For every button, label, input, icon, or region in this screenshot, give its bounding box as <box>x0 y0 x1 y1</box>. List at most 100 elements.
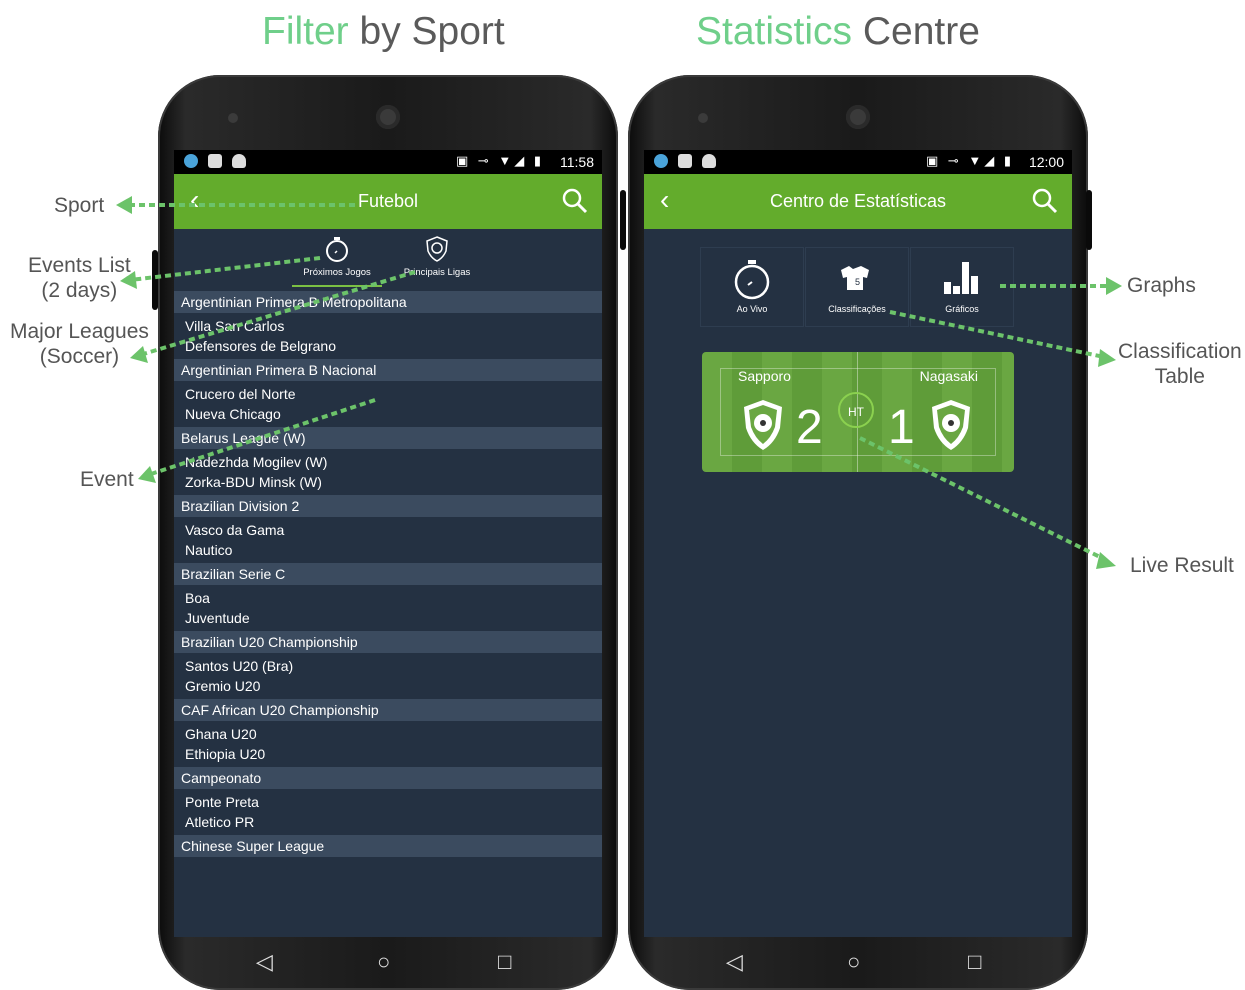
home-team: Vasco da Gama <box>185 522 285 538</box>
annotation-live-result: Live Result <box>1130 554 1234 577</box>
active-tab-indicator <box>292 285 382 287</box>
away-team: Juventude <box>185 610 250 626</box>
tab-proximos-jogos[interactable]: Próximos Jogos <box>292 235 382 278</box>
tab-principais-ligas[interactable]: Principais Ligas <box>392 235 482 278</box>
live-result-card[interactable]: Sapporo Nagasaki 2 HT 1 <box>702 352 1014 472</box>
home-crest-icon <box>744 400 782 450</box>
home-circle-icon[interactable]: ○ <box>847 949 860 975</box>
arrowhead <box>116 196 132 214</box>
away-team: Defensores de Belgrano <box>185 338 336 354</box>
power-button <box>620 190 626 250</box>
league-header[interactable]: Chinese Super League <box>174 835 602 857</box>
search-icon[interactable] <box>1032 188 1058 214</box>
arrowhead <box>1106 277 1122 295</box>
away-team-name: Nagasaki <box>919 368 978 384</box>
menu-label: Gráficos <box>945 304 979 314</box>
annotation-line: (Soccer) <box>39 345 120 368</box>
league-header[interactable]: Brazilian Division 2 <box>174 495 602 517</box>
stopwatch-icon <box>734 260 770 300</box>
photo-icon <box>208 154 222 168</box>
home-team: Santos U20 (Bra) <box>185 658 294 674</box>
status-bar: ▣ ⊸ ▼◢ ▮ 11:58 <box>174 150 602 174</box>
league-header[interactable]: Belarus League (W) <box>174 427 602 449</box>
tab-label: Principais Ligas <box>403 267 471 278</box>
events-list: Argentinian Primera B Metropolitana Villa… <box>174 291 602 857</box>
screen-right: ▣ ⊸ ▼◢ ▮ 12:00 ‹ Centro de Estatísticas … <box>644 150 1072 937</box>
back-triangle-icon[interactable]: ◁ <box>256 949 273 975</box>
app-bar: ‹ Futebol <box>174 174 602 229</box>
menu-ao-vivo[interactable]: Ao Vivo <box>700 247 804 327</box>
event-group: Argentinian Primera B Nacional Crucero de… <box>174 359 602 427</box>
recents-square-icon[interactable]: □ <box>498 949 511 975</box>
heading-highlight: Statistics <box>696 10 853 53</box>
league-header[interactable]: CAF African U20 Championship <box>174 699 602 721</box>
sport-title[interactable]: Futebol <box>174 191 602 212</box>
league-header[interactable]: Brazilian Serie C <box>174 563 602 585</box>
event-row[interactable]: Villa San Carlos Defensores de Belgrano <box>174 313 602 359</box>
event-row[interactable]: Santos U20 (Bra) Gremio U20 <box>174 653 602 699</box>
event-group: Brazilian U20 Championship Santos U20 (Br… <box>174 631 602 699</box>
home-team-name: Sapporo <box>738 368 791 384</box>
status-bar: ▣ ⊸ ▼◢ ▮ 12:00 <box>644 150 1072 174</box>
recents-square-icon[interactable]: □ <box>968 949 981 975</box>
volume-button <box>152 250 158 310</box>
app-bar: ‹ Centro de Estatísticas <box>644 174 1072 229</box>
front-camera <box>846 105 870 129</box>
away-team: Zorka-BDU Minsk (W) <box>185 474 322 490</box>
heading-highlight: Filter <box>262 10 349 53</box>
away-team: Nautico <box>185 542 233 558</box>
screen-left: ▣ ⊸ ▼◢ ▮ 11:58 ‹ Futebol Próximos Jogos … <box>174 150 602 937</box>
league-header[interactable]: Argentinian Primera B Metropolitana <box>174 291 602 313</box>
away-team: Gremio U20 <box>185 678 261 694</box>
phone-frame-right: ▣ ⊸ ▼◢ ▮ 12:00 ‹ Centro de Estatísticas … <box>628 75 1088 990</box>
heading-rest: by Sport <box>348 10 505 53</box>
home-team: Ponte Preta <box>185 794 259 810</box>
annotation-line: Table <box>1154 365 1205 388</box>
statistics-centre-heading: Statistics Centre <box>696 10 980 54</box>
filter-by-sport-heading: Filter by Sport <box>262 10 505 54</box>
status-icons: ▣ ⊸ ▼◢ ▮ <box>925 153 1014 168</box>
menu-label: Ao Vivo <box>736 304 768 314</box>
home-team: Nadezhda Mogilev (W) <box>185 454 328 470</box>
screen-title: Centro de Estatísticas <box>769 191 947 211</box>
event-group: Campeonato Ponte Preta Atletico PR <box>174 767 602 835</box>
home-team: Crucero del Norte <box>185 386 296 402</box>
android-icon <box>232 154 246 168</box>
event-row[interactable]: Vasco da Gama Nautico <box>174 517 602 563</box>
event-row[interactable]: Boa Juventude <box>174 585 602 631</box>
heading-rest: Centre <box>852 10 980 53</box>
front-camera <box>376 105 400 129</box>
menu-graficos[interactable]: Gráficos <box>910 247 1014 327</box>
event-group: Argentinian Primera B Metropolitana Villa… <box>174 291 602 359</box>
search-icon[interactable] <box>562 188 588 214</box>
annotation-graphs: Graphs <box>1127 274 1196 297</box>
back-triangle-icon[interactable]: ◁ <box>726 949 743 975</box>
status-time: 11:58 <box>560 154 594 170</box>
league-header[interactable]: Brazilian U20 Championship <box>174 631 602 653</box>
event-row[interactable]: Ghana U20 Ethiopia U20 <box>174 721 602 767</box>
home-circle-icon[interactable]: ○ <box>377 949 390 975</box>
bar-chart-icon <box>944 262 978 294</box>
annotation-events-list: Events List (2 days) <box>28 253 131 303</box>
phone-frame-left: ▣ ⊸ ▼◢ ▮ 11:58 ‹ Futebol Próximos Jogos … <box>158 75 618 990</box>
sensor-dot <box>698 113 708 123</box>
annotation-sport: Sport <box>54 194 105 217</box>
event-row[interactable]: Nadezhda Mogilev (W) Zorka-BDU Minsk (W) <box>174 449 602 495</box>
stats-menu: Ao Vivo 5 Classificações Gráficos <box>700 247 1014 327</box>
notification-icon <box>654 154 668 168</box>
event-row[interactable]: Ponte Preta Atletico PR <box>174 789 602 835</box>
event-row[interactable]: Crucero del Norte Nueva Chicago <box>174 381 602 427</box>
status-icons: ▣ ⊸ ▼◢ ▮ <box>455 153 544 168</box>
annotation-line: (2 days) <box>41 279 118 302</box>
event-group: Chinese Super League <box>174 835 602 857</box>
league-header[interactable]: Argentinian Primera B Nacional <box>174 359 602 381</box>
status-time: 12:00 <box>1028 154 1064 170</box>
away-team: Atletico PR <box>185 814 255 830</box>
arrowhead <box>1096 552 1116 569</box>
league-header[interactable]: Campeonato <box>174 767 602 789</box>
menu-classificacoes[interactable]: 5 Classificações <box>805 247 909 327</box>
power-button <box>1086 190 1092 250</box>
away-team: Ethiopia U20 <box>185 746 266 762</box>
annotation-classification: Classification Table <box>1118 339 1242 389</box>
jerseys-icon: 5 <box>841 266 869 290</box>
